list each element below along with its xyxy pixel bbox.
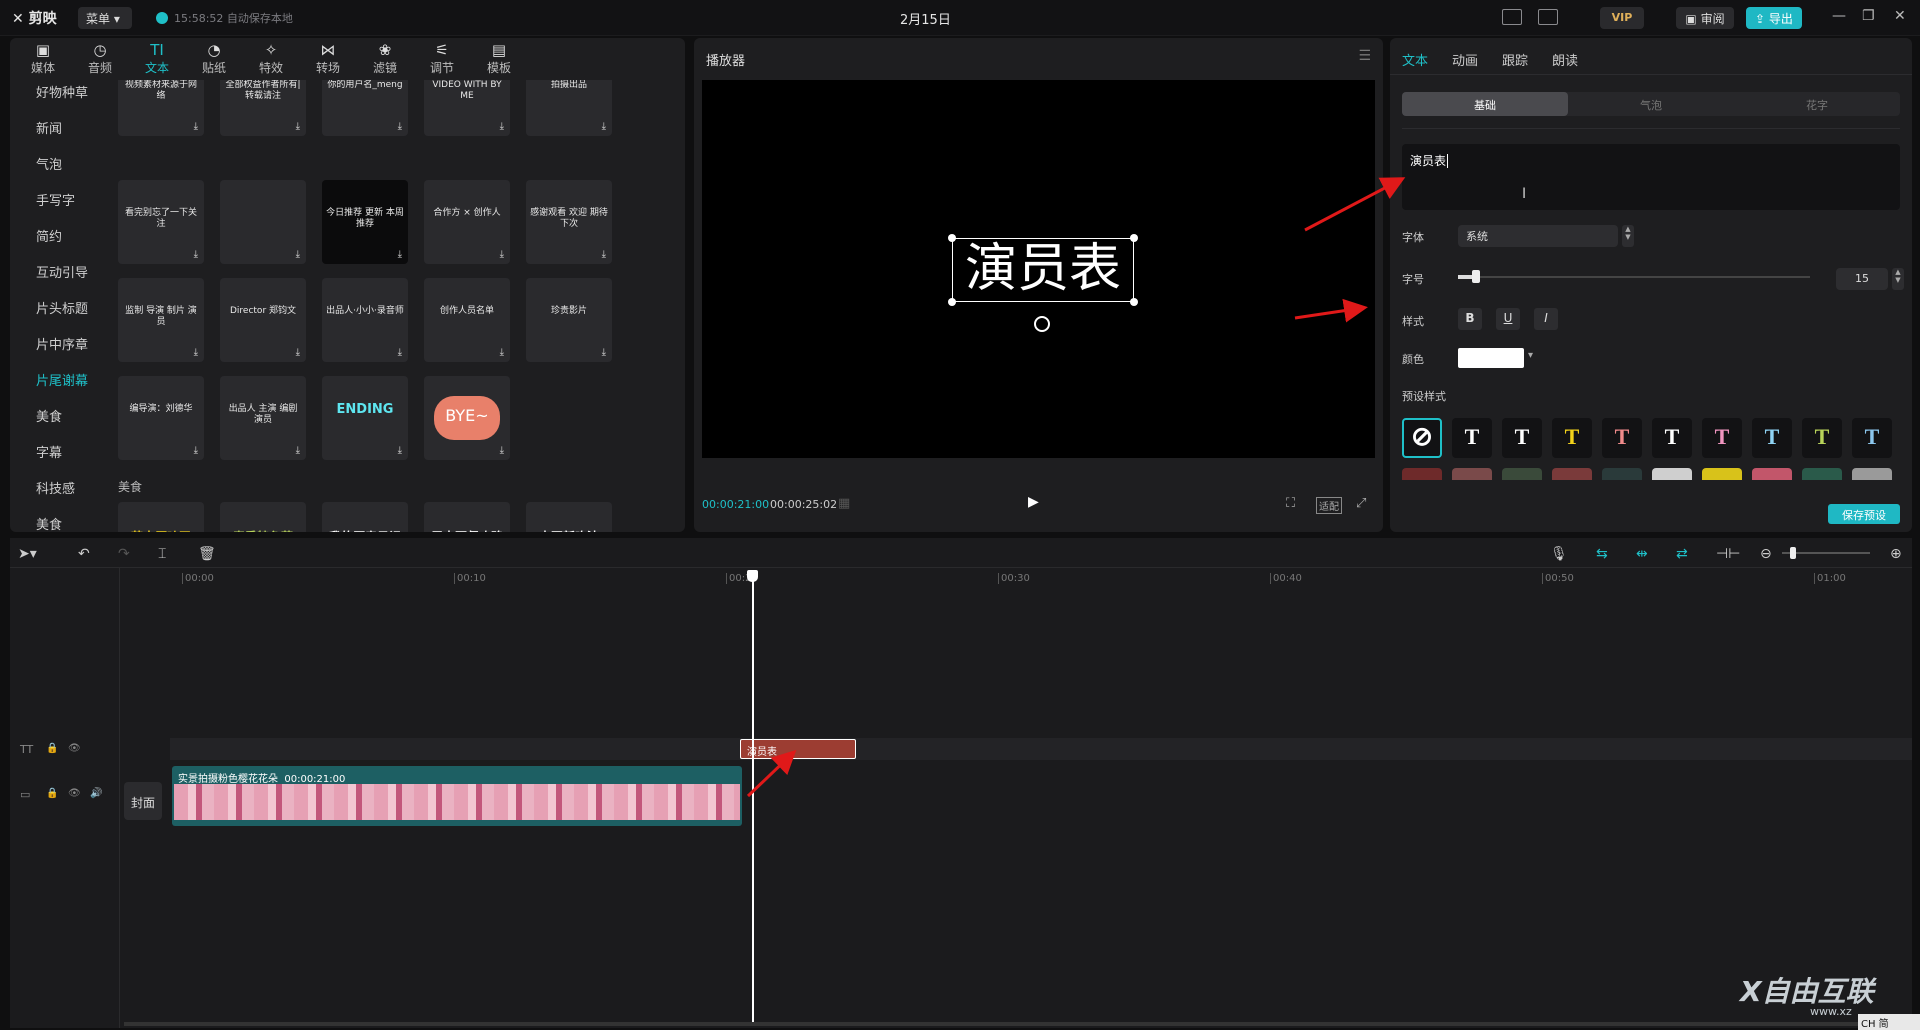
arrow-icon: [746, 749, 797, 798]
ime-indicator: CH 简: [1858, 1014, 1920, 1030]
watermark: X自由互联: [1740, 975, 1874, 1008]
arrow-icon: [1294, 298, 1368, 323]
annotation-arrows: [746, 177, 1406, 798]
arrow-icon: [1304, 177, 1406, 232]
watermark-site: www.xz: [1810, 1005, 1852, 1018]
